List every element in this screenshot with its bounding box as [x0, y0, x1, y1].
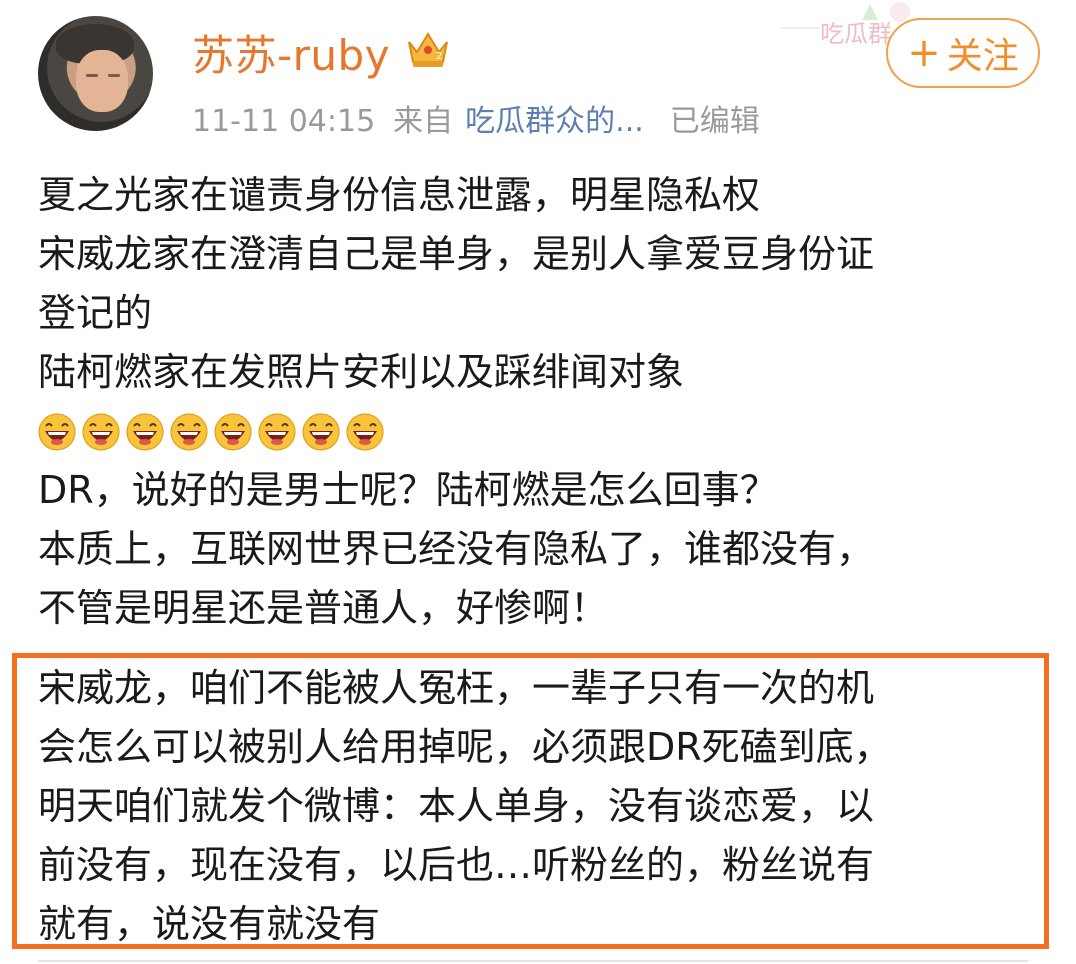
- divider: [38, 960, 1028, 962]
- decoration-text: 吃瓜群: [820, 20, 892, 48]
- post-meta: 11-11 04:15 来自 吃瓜群众的... 已编辑: [192, 96, 760, 140]
- post-body: 夏之光家在谴责身份信息泄露，明星隐私权 宋威龙家在澄清自己是单身，是别人拿爱豆身…: [38, 166, 1038, 638]
- laughing-emoji-icon: [346, 412, 384, 451]
- highlighted-line: 就有，说没有就没有: [38, 902, 381, 946]
- highlighted-line: 宋威龙，咱们不能被人冤枉，一辈子只有一次的机: [38, 666, 875, 710]
- content-line: 夏之光家在谴责身份信息泄露，明星隐私权: [38, 173, 761, 217]
- content-line: 登记的: [38, 291, 153, 335]
- laughing-emoji-icon: [82, 412, 120, 451]
- laughing-emoji-icon: [170, 412, 208, 451]
- highlighted-line: 前没有，现在没有，以后也…听粉丝的，粉丝说有: [38, 843, 875, 887]
- follow-button[interactable]: + 关注: [886, 18, 1040, 88]
- content-line: 宋威龙家在澄清自己是单身，是别人拿爱豆身份证: [38, 232, 875, 276]
- avatar[interactable]: [38, 16, 153, 131]
- laughing-emoji-icon: [214, 412, 252, 451]
- laughing-emoji-icon: [126, 412, 164, 451]
- content-line: DR，说好的是男士呢？陆柯燃是怎么回事？: [38, 468, 778, 512]
- source-link[interactable]: 吃瓜群众的...: [465, 104, 644, 139]
- content-line: 陆柯燃家在发照片安利以及踩绯闻对象: [38, 350, 685, 394]
- from-label: 来自: [393, 104, 454, 139]
- highlighted-text: 宋威龙，咱们不能被人冤枉，一辈子只有一次的机 会怎么可以被别人给用掉呢，必须跟D…: [38, 659, 892, 954]
- content-line: 本质上，互联网世界已经没有隐私了，谁都没有，: [38, 527, 875, 571]
- edited-label: 已编辑: [669, 104, 760, 139]
- laughing-emoji-icon: [38, 412, 76, 451]
- plus-icon: +: [907, 30, 941, 76]
- laughing-emoji-icon: [258, 412, 296, 451]
- svg-text:2: 2: [436, 51, 442, 62]
- highlighted-line: 会怎么可以被别人给用掉呢，必须跟DR死磕到底，: [38, 725, 892, 769]
- content-line: 不管是明星还是普通人，好惨啊！: [38, 586, 609, 630]
- laughing-emoji-icon: [302, 412, 340, 451]
- post-time: 11-11 04:15: [192, 104, 376, 139]
- highlighted-line: 明天咱们就发个微博：本人单身，没有谈恋爱，以: [38, 784, 875, 828]
- username[interactable]: 苏苏-ruby: [192, 22, 390, 83]
- emoji-row: [38, 402, 1038, 461]
- crown-badge-icon: 2: [408, 32, 448, 67]
- follow-label: 关注: [946, 36, 1019, 77]
- post-header: 苏苏-ruby 2 11-11 04:15 来自 吃瓜群众的... 已编辑 吃瓜群 +…: [0, 0, 1076, 150]
